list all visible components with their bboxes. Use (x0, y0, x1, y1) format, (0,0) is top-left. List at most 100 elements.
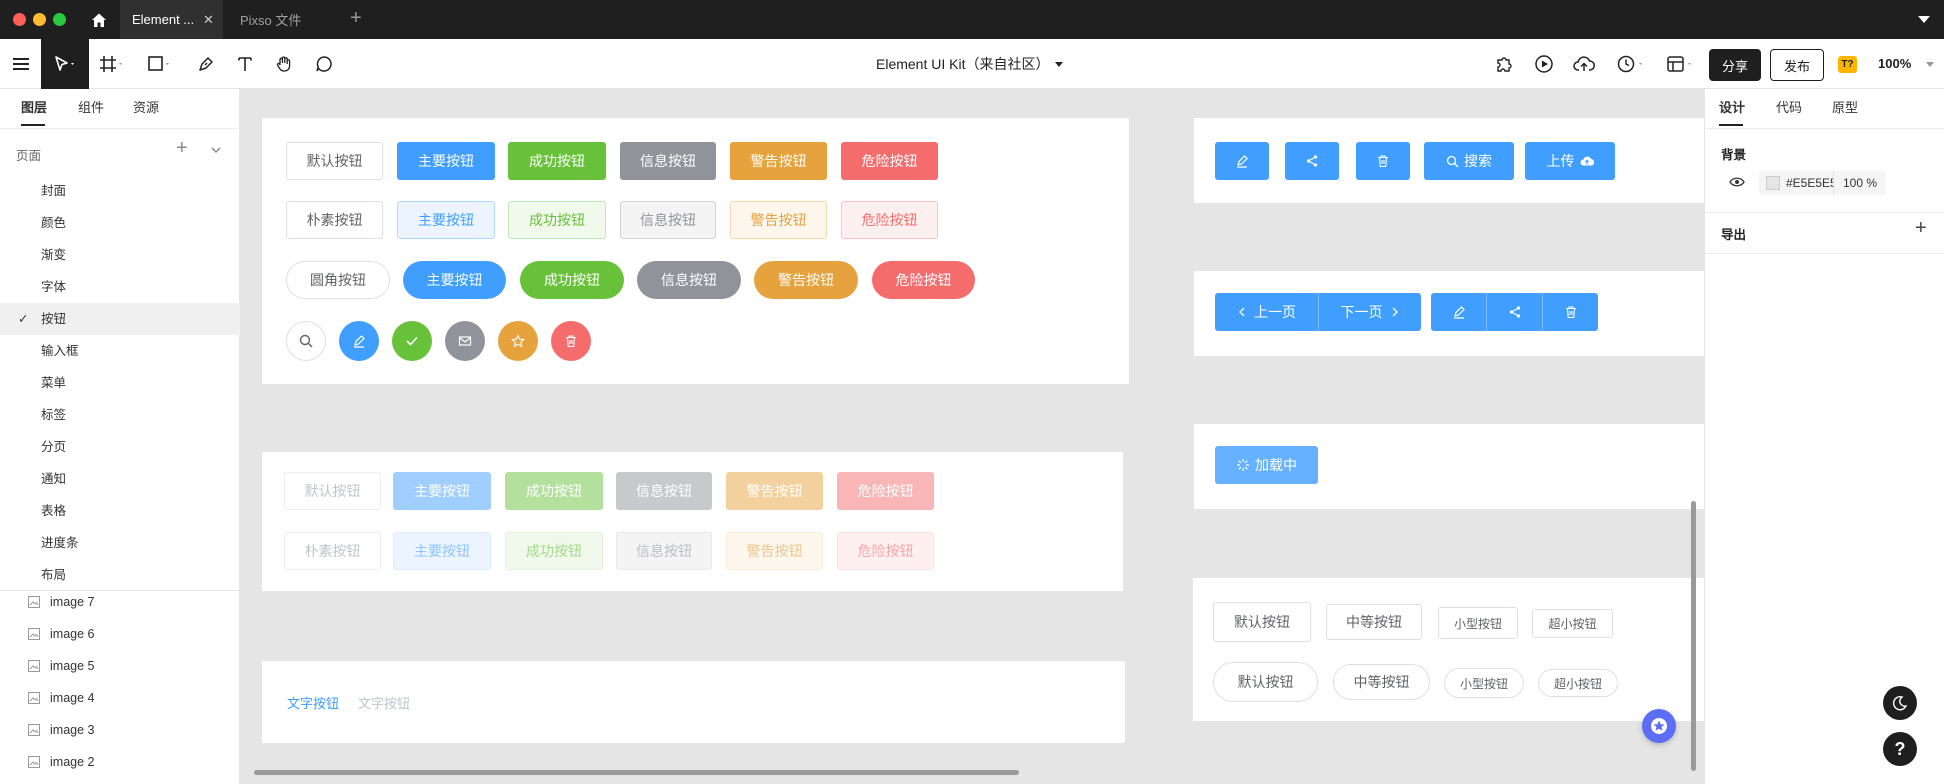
edit-icon-button[interactable] (1215, 142, 1269, 180)
layer-item[interactable]: image 7 (0, 586, 240, 618)
tab-assets[interactable]: 资源 (133, 89, 159, 127)
menu-icon[interactable] (5, 48, 37, 80)
page-item[interactable]: 通知 (0, 463, 240, 495)
round-danger-button[interactable]: 危险按钮 (872, 261, 975, 299)
warning-button[interactable]: 警告按钮 (730, 142, 827, 180)
user-badge[interactable]: T? (1838, 56, 1857, 73)
disabled-primary-button[interactable]: 主要按钮 (393, 472, 491, 510)
page-item[interactable]: 颜色 (0, 207, 240, 239)
disabled-info-button[interactable]: 信息按钮 (616, 472, 712, 510)
size-default-button[interactable]: 默认按钮 (1213, 602, 1311, 642)
document-title[interactable]: Element UI Kit（来自社区） (876, 54, 1064, 74)
color-hex-value[interactable]: #E5E5E5 (1786, 176, 1837, 190)
disabled-plain-primary-button[interactable]: 主要按钮 (393, 532, 491, 570)
disabled-plain-warning-button[interactable]: 警告按钮 (726, 532, 823, 570)
info-button[interactable]: 信息按钮 (620, 142, 716, 180)
disabled-danger-button[interactable]: 危险按钮 (837, 472, 934, 510)
page-item[interactable]: 标签 (0, 399, 240, 431)
group-share-button[interactable] (1487, 293, 1542, 331)
horizontal-scrollbar[interactable] (254, 770, 1019, 775)
pen-tool-icon[interactable] (190, 48, 222, 80)
round-success-button[interactable]: 成功按钮 (520, 261, 624, 299)
page-item[interactable]: 字体 (0, 271, 240, 303)
frame-tool-icon[interactable] (96, 48, 128, 80)
comment-tool-icon[interactable] (308, 48, 340, 80)
size-round-default-button[interactable]: 默认按钮 (1213, 662, 1318, 702)
disabled-buttons-frame[interactable]: 默认按钮 主要按钮 成功按钮 信息按钮 警告按钮 危险按钮 朴素按钮 主要按钮 … (262, 452, 1123, 591)
disabled-success-button[interactable]: 成功按钮 (505, 472, 603, 510)
group-edit-button[interactable] (1431, 293, 1486, 331)
round-primary-button[interactable]: 主要按钮 (403, 261, 506, 299)
size-medium-button[interactable]: 中等按钮 (1326, 604, 1422, 640)
close-tab-icon[interactable]: ✕ (203, 12, 214, 28)
size-round-medium-button[interactable]: 中等按钮 (1333, 664, 1430, 700)
disabled-plain-danger-button[interactable]: 危险按钮 (837, 532, 934, 570)
maximize-window-button[interactable] (53, 13, 66, 26)
loading-button[interactable]: 加载中 (1215, 446, 1318, 484)
primary-button[interactable]: 主要按钮 (397, 142, 495, 180)
success-button[interactable]: 成功按钮 (508, 142, 606, 180)
plain-success-button[interactable]: 成功按钮 (508, 201, 606, 239)
text-button-disabled[interactable]: 文字按钮 (358, 693, 410, 712)
ai-assistant-button[interactable] (1642, 709, 1676, 743)
tab-element[interactable]: Element ... ✕ (120, 0, 223, 39)
share-button[interactable]: 分享 (1709, 49, 1761, 81)
circle-delete-button[interactable] (551, 321, 591, 361)
round-info-button[interactable]: 信息按钮 (637, 261, 741, 299)
circle-star-button[interactable] (498, 321, 538, 361)
design-canvas[interactable]: 默认按钮 主要按钮 成功按钮 信息按钮 警告按钮 危险按钮 朴素按钮 主要按钮 … (240, 89, 1704, 784)
publish-button[interactable]: 发布 (1770, 49, 1824, 81)
tab-prototype[interactable]: 原型 (1832, 89, 1858, 127)
circle-edit-button[interactable] (339, 321, 379, 361)
button-types-frame[interactable]: 默认按钮 主要按钮 成功按钮 信息按钮 警告按钮 危险按钮 朴素按钮 主要按钮 … (262, 118, 1129, 384)
window-menu-chevron-icon[interactable] (1918, 16, 1930, 23)
page-item[interactable]: 分页 (0, 431, 240, 463)
plain-info-button[interactable]: 信息按钮 (620, 201, 716, 239)
prev-page-button[interactable]: 上一页 (1215, 293, 1318, 331)
next-page-button[interactable]: 下一页 (1319, 293, 1421, 331)
text-tool-icon[interactable] (229, 48, 261, 80)
home-icon[interactable] (88, 9, 110, 31)
plugin-icon[interactable] (1488, 48, 1520, 80)
page-item[interactable]: 菜单 (0, 367, 240, 399)
plain-primary-button[interactable]: 主要按钮 (397, 201, 495, 239)
search-button[interactable]: 搜索 (1424, 142, 1514, 180)
text-button-primary[interactable]: 文字按钮 (287, 693, 339, 712)
disabled-plain-info-button[interactable]: 信息按钮 (616, 532, 712, 570)
play-icon[interactable] (1528, 48, 1560, 80)
tab-components[interactable]: 组件 (78, 89, 104, 127)
layer-item[interactable]: image 2 (0, 746, 240, 778)
layer-item[interactable]: image 3 (0, 714, 240, 746)
circle-search-button[interactable] (286, 321, 326, 361)
page-item[interactable]: 输入框 (0, 335, 240, 367)
default-button[interactable]: 默认按钮 (286, 142, 383, 180)
disabled-plain-success-button[interactable]: 成功按钮 (505, 532, 603, 570)
add-export-icon[interactable]: + (1915, 217, 1927, 240)
size-mini-button[interactable]: 超小按钮 (1532, 609, 1613, 638)
text-buttons-frame[interactable]: 文字按钮 文字按钮 (262, 661, 1125, 743)
icon-buttons-frame[interactable]: 搜索 上传 (1194, 118, 1704, 203)
disabled-plain-default-button[interactable]: 朴素按钮 (284, 532, 381, 570)
tab-pixso-file[interactable]: Pixso 文件 (228, 0, 348, 39)
hand-tool-icon[interactable] (268, 48, 300, 80)
loading-button-frame[interactable]: 加载中 (1194, 424, 1704, 509)
group-delete-button[interactable] (1543, 293, 1598, 331)
plain-warning-button[interactable]: 警告按钮 (730, 201, 827, 239)
page-item[interactable]: 封面 (0, 175, 240, 207)
move-tool-button[interactable] (41, 39, 89, 89)
help-icon[interactable]: ? (1883, 732, 1917, 766)
button-group-frame[interactable]: 上一页 下一页 (1194, 271, 1704, 356)
share-icon-button[interactable] (1285, 142, 1339, 180)
layer-item[interactable]: image 6 (0, 618, 240, 650)
plain-danger-button[interactable]: 危险按钮 (841, 201, 938, 239)
page-item[interactable]: 进度条 (0, 527, 240, 559)
background-color-field[interactable]: #E5E5E5 (1759, 171, 1837, 195)
cloud-upload-icon[interactable] (1568, 48, 1600, 80)
add-page-icon[interactable]: + (176, 137, 188, 160)
layer-item[interactable]: image 4 (0, 682, 240, 714)
eye-icon[interactable] (1729, 176, 1745, 188)
delete-icon-button[interactable] (1356, 142, 1410, 180)
rectangle-tool-icon[interactable] (144, 48, 176, 80)
round-warning-button[interactable]: 警告按钮 (754, 261, 858, 299)
new-tab-icon[interactable]: + (350, 8, 362, 28)
